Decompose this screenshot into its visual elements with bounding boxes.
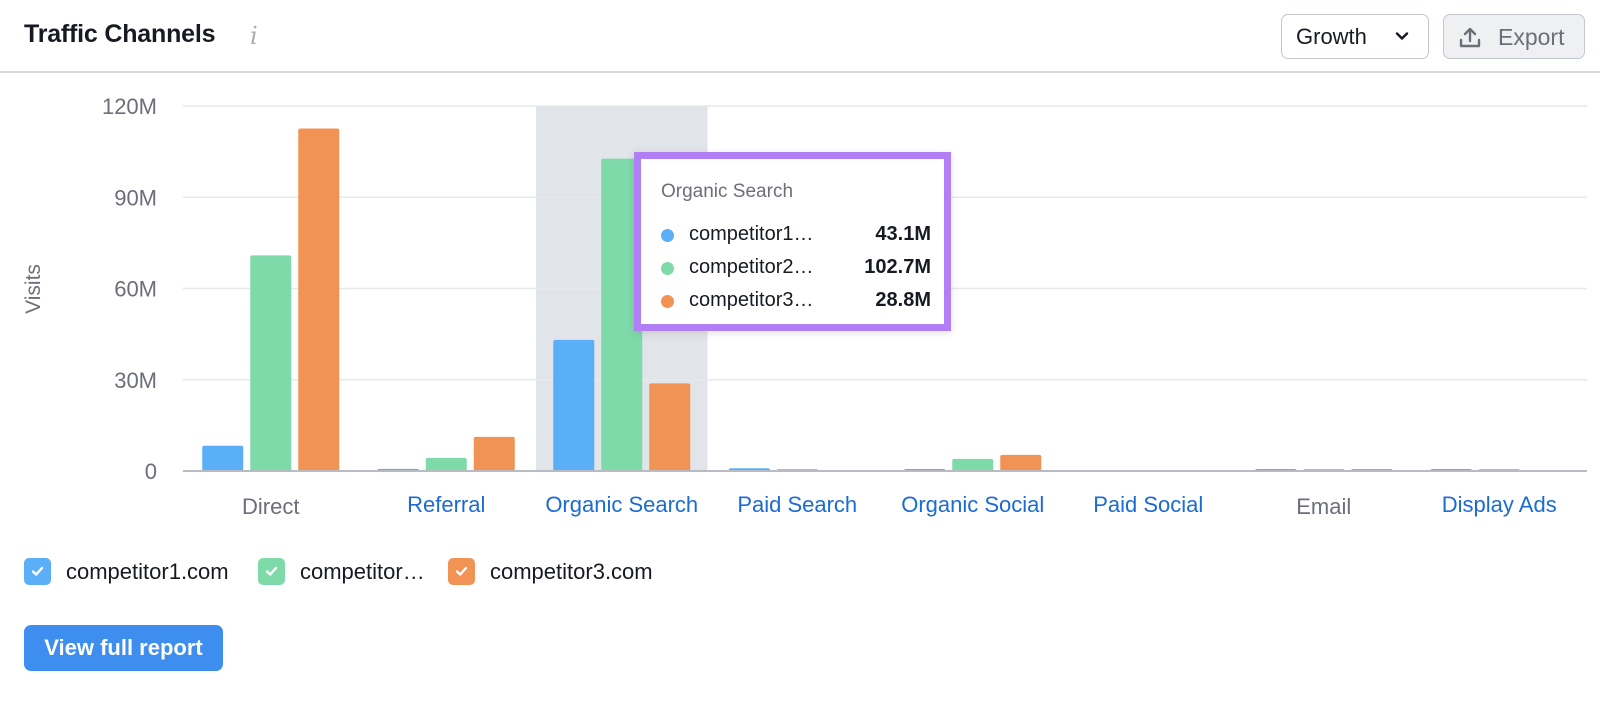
legend-checkbox[interactable]	[24, 558, 51, 585]
bar-competitor2-com-organic-social[interactable]	[952, 458, 994, 471]
chevron-down-icon	[1395, 32, 1409, 40]
tooltip-row: competitor3… 28.8M	[661, 289, 931, 313]
tooltip-row: competitor2… 102.7M	[661, 256, 931, 280]
checkmark-icon	[455, 566, 468, 576]
bar-competitor2-com-referral[interactable]	[425, 457, 467, 471]
widget-title: Traffic Channels	[24, 20, 216, 48]
x-tick-label-paid-search[interactable]: Paid Search	[737, 492, 857, 517]
tooltip-series-name: competitor3…	[689, 289, 814, 311]
tooltip-series-value: 43.1M	[875, 223, 931, 245]
checkmark-icon	[265, 566, 278, 576]
growth-dropdown[interactable]: Growth	[1281, 14, 1429, 59]
series-dot-icon	[661, 262, 674, 275]
x-tick-label-display-ads[interactable]: Display Ads	[1442, 492, 1557, 517]
chart-tooltip: Organic Search competitor1… 43.1M compet…	[634, 152, 951, 331]
widget-header: Traffic Channels i Growth Export	[0, 0, 1600, 73]
legend-checkbox[interactable]	[448, 558, 475, 585]
export-button-label: Export	[1498, 24, 1565, 50]
y-tick-label: 60M	[114, 277, 157, 302]
tooltip-series-value: 102.7M	[864, 256, 931, 278]
bar-competitor2-com-direct[interactable]	[250, 255, 292, 471]
tooltip-series-name: competitor2…	[689, 256, 814, 278]
series-dot-icon	[661, 229, 674, 242]
legend-label: competitor…	[300, 559, 425, 584]
bar-competitor3-com-organic-social[interactable]	[1000, 454, 1042, 471]
view-full-report-button[interactable]: View full report	[24, 625, 223, 671]
export-button[interactable]: Export	[1443, 14, 1585, 59]
growth-dropdown-value: Growth	[1296, 23, 1367, 49]
x-tick-label-direct: Direct	[242, 494, 299, 519]
upload-icon	[1459, 27, 1481, 48]
tooltip-series-value: 28.8M	[875, 289, 931, 311]
x-tick-label-organic-social[interactable]: Organic Social	[901, 492, 1044, 517]
bar-competitor1-com-organic-search[interactable]	[553, 339, 595, 471]
legend-label: competitor3.com	[490, 559, 653, 584]
tooltip-series-name: competitor1…	[689, 223, 814, 245]
y-tick-label: 30M	[114, 368, 157, 393]
y-axis-label: Visits	[22, 264, 45, 314]
y-tick-label: 0	[145, 459, 157, 484]
bar-competitor3-com-referral[interactable]	[473, 436, 515, 471]
tooltip-row: competitor1… 43.1M	[661, 223, 931, 247]
x-tick-label-email: Email	[1296, 494, 1351, 519]
x-tick-label-organic-search[interactable]: Organic Search	[545, 492, 698, 517]
legend-label: competitor1.com	[66, 559, 229, 584]
bar-competitor3-com-organic-search[interactable]	[649, 383, 691, 471]
checkmark-icon	[31, 566, 44, 576]
bar-competitor3-com-direct[interactable]	[298, 128, 340, 471]
info-icon[interactable]: i	[250, 22, 258, 50]
tooltip-title: Organic Search	[661, 181, 794, 202]
y-tick-label: 90M	[114, 185, 157, 210]
x-tick-label-paid-social[interactable]: Paid Social	[1093, 492, 1203, 517]
series-dot-icon	[661, 295, 674, 308]
bar-competitor1-com-direct[interactable]	[202, 445, 244, 471]
y-tick-label: 120M	[102, 94, 157, 119]
x-tick-label-referral[interactable]: Referral	[407, 492, 485, 517]
legend-checkbox[interactable]	[258, 558, 285, 585]
